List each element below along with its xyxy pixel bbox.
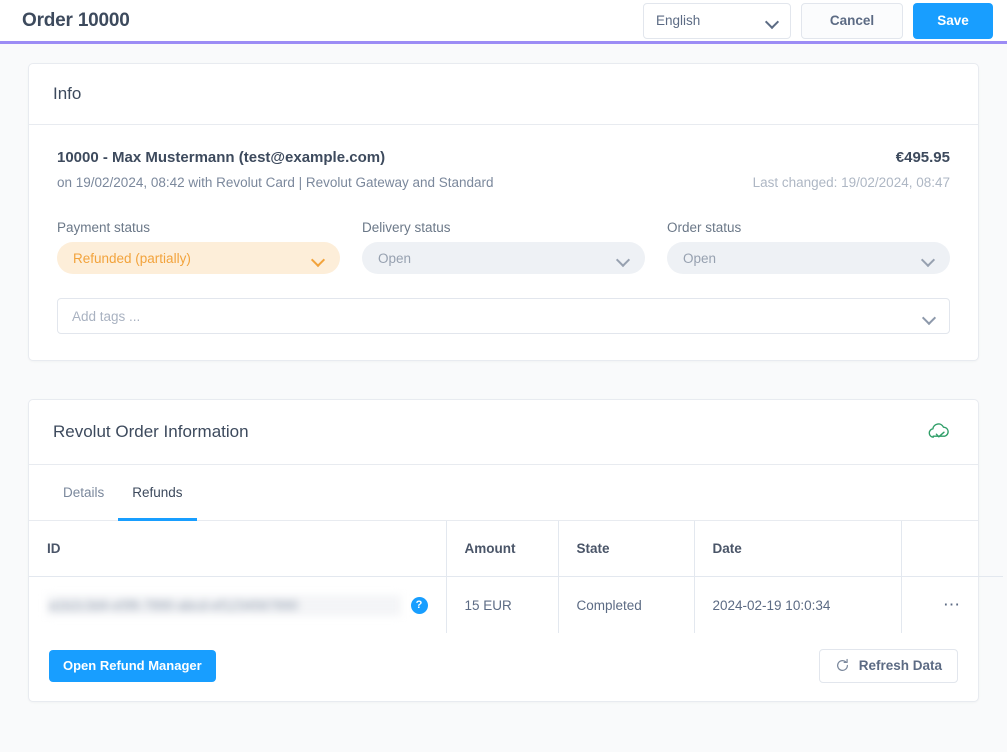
chevron-down-icon [313, 255, 324, 262]
info-card-header: Info [29, 64, 978, 125]
language-select-value: English [656, 13, 701, 28]
revolut-card-header: Revolut Order Information [29, 400, 978, 466]
refunds-table-head: ID Amount State Date [29, 521, 1003, 578]
info-card: Info 10000 - Max Mustermann (test@exampl… [28, 63, 979, 362]
save-button[interactable]: Save [913, 2, 993, 39]
tags-placeholder: Add tags ... [72, 308, 141, 324]
delivery-status-label: Delivery status [362, 220, 451, 236]
info-card-body: 10000 - Max Mustermann (test@example.com… [29, 125, 978, 360]
page-title: Order 10000 [22, 9, 130, 31]
top-header-bar: Order 10000 English Cancel Save [0, 0, 1007, 44]
refresh-data-label: Refresh Data [858, 658, 942, 674]
refunds-table-body: a1b2c3d4-e5f6-7890-abcd-ef1234567890 ? 1… [29, 576, 1003, 633]
cancel-button[interactable]: Cancel [801, 2, 903, 39]
revolut-tabs: Details Refunds [29, 465, 978, 522]
table-header-row: ID Amount State Date [29, 521, 1003, 578]
chevron-down-icon [767, 17, 778, 24]
refund-id-redacted: a1b2c3d4-e5f6-7890-abcd-ef1234567890 [47, 594, 401, 616]
order-summary-row: 10000 - Max Mustermann (test@example.com… [57, 147, 950, 192]
tab-refunds[interactable]: Refunds [118, 465, 197, 522]
revolut-card-footer: Open Refund Manager Refresh Data [29, 633, 978, 701]
order-status-value: Open [683, 250, 717, 266]
delivery-status-value: Open [378, 250, 412, 266]
payment-status-label: Payment status [57, 220, 151, 236]
cell-amount: 15 EUR [446, 576, 559, 633]
payment-status-field: Payment status Refunded (partially) [57, 220, 340, 275]
column-header-id: ID [29, 521, 447, 578]
column-header-amount: Amount [446, 521, 559, 578]
table-row: a1b2c3d4-e5f6-7890-abcd-ef1234567890 ? 1… [29, 576, 1003, 633]
revolut-panel-title: Revolut Order Information [53, 422, 249, 442]
open-refund-manager-button[interactable]: Open Refund Manager [49, 649, 216, 682]
payment-status-select[interactable]: Refunded (partially) [57, 242, 340, 275]
info-panel-title: Info [53, 84, 82, 103]
column-header-date: Date [694, 521, 902, 578]
language-select[interactable]: English [643, 2, 791, 39]
cell-id: a1b2c3d4-e5f6-7890-abcd-ef1234567890 ? [29, 576, 447, 633]
refresh-data-button[interactable]: Refresh Data [818, 648, 958, 683]
page-content: Info 10000 - Max Mustermann (test@exampl… [0, 44, 1007, 749]
cell-date: 2024-02-19 10:0:34 [694, 576, 902, 633]
chevron-down-icon [618, 255, 629, 262]
delivery-status-field: Delivery status Open [362, 220, 645, 275]
help-circle-icon[interactable]: ? [410, 596, 428, 614]
id-cell-inner: a1b2c3d4-e5f6-7890-abcd-ef1234567890 ? [47, 594, 428, 616]
delivery-status-select[interactable]: Open [362, 242, 645, 275]
ellipsis-icon[interactable]: ⋯ [920, 596, 986, 613]
cloud-check-icon [926, 420, 954, 444]
column-header-state: State [558, 521, 695, 578]
order-customer-line: 10000 - Max Mustermann (test@example.com… [57, 149, 386, 166]
status-selectors: Payment status Refunded (partially) Deli… [57, 220, 950, 275]
cell-actions: ⋯ [901, 577, 1003, 633]
revolut-order-information-card: Revolut Order Information Details Refund… [28, 399, 1003, 702]
order-meta-line: on 19/02/2024, 08:42 with Revolut Card |… [57, 174, 494, 190]
header-actions: English Cancel Save [643, 2, 993, 39]
refunds-table: ID Amount State Date a1b2c3d4-e5f6-7890-… [29, 521, 1003, 633]
order-status-label: Order status [667, 220, 742, 236]
tab-details[interactable]: Details [49, 465, 118, 521]
payment-status-value: Refunded (partially) [73, 250, 191, 266]
chevron-down-icon [924, 313, 935, 320]
order-summary-right: €495.95 Last changed: 19/02/2024, 08:47 [735, 147, 950, 192]
column-header-actions [901, 521, 1003, 578]
tags-select[interactable]: Add tags ... [57, 298, 950, 335]
order-last-changed: Last changed: 19/02/2024, 08:47 [752, 174, 950, 190]
order-status-field: Order status Open [667, 220, 950, 275]
refresh-icon [835, 658, 850, 673]
order-summary-left: 10000 - Max Mustermann (test@example.com… [57, 147, 735, 192]
order-total-amount: €495.95 [895, 149, 950, 166]
order-status-select[interactable]: Open [667, 242, 950, 275]
chevron-down-icon [923, 255, 934, 262]
cell-state: Completed [558, 576, 695, 633]
